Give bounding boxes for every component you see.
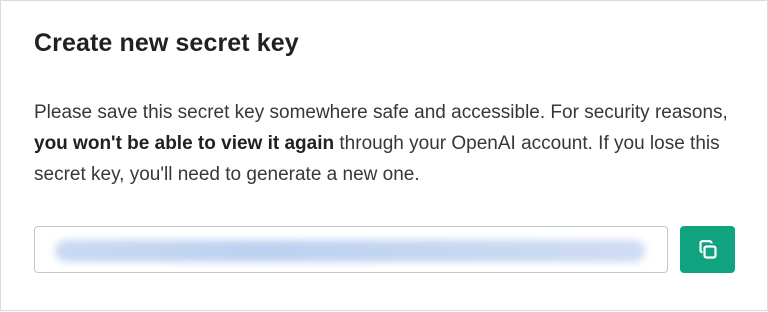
- dialog-description: Please save this secret key somewhere sa…: [34, 97, 734, 190]
- copy-button[interactable]: [680, 226, 735, 273]
- dialog-title: Create new secret key: [34, 29, 299, 57]
- secret-key-field[interactable]: [34, 226, 668, 273]
- dialog-frame: Create new secret key Please save this s…: [0, 0, 768, 311]
- secret-key-modal: Create new secret key Please save this s…: [34, 1, 738, 312]
- description-warning: you won't be able to view it again: [34, 133, 335, 154]
- redacted-secret-key: [55, 240, 645, 262]
- copy-icon: [696, 238, 720, 262]
- description-text: Please save this secret key somewhere sa…: [34, 102, 728, 123]
